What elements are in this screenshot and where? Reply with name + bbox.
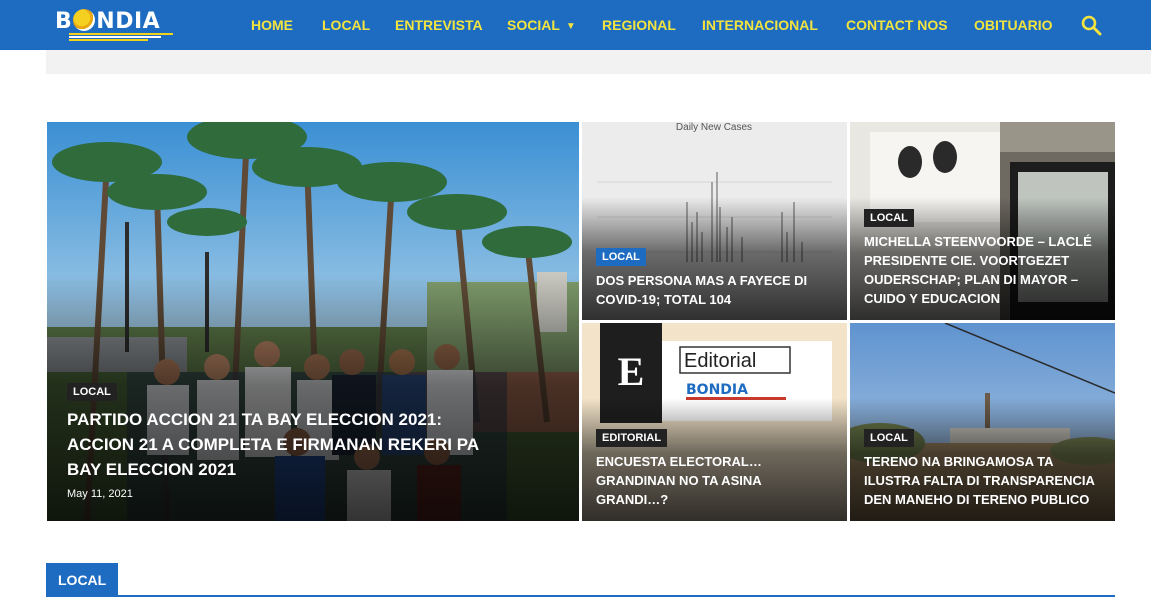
- nav-internacional[interactable]: INTERNACIONAL: [702, 0, 818, 50]
- editorial-logo-text: BONDIA: [686, 382, 748, 398]
- chevron-down-icon: ▼: [565, 21, 576, 32]
- nav-social-label: SOCIAL: [507, 17, 560, 33]
- article-title[interactable]: ENCUESTA ELECTORAL… GRANDINAN NO TA ASIN…: [596, 452, 835, 509]
- article-title[interactable]: DOS PERSONA MAS A FAYECE DI COVID-19; TO…: [596, 271, 835, 309]
- editorial-image-label: Editorial: [684, 350, 756, 372]
- featured-main-title[interactable]: PARTIDO ACCION 21 TA BAY ELECCION 2021: …: [67, 407, 499, 482]
- search-icon[interactable]: [1080, 14, 1102, 36]
- featured-main-date: May 11, 2021: [67, 488, 133, 500]
- nav-home[interactable]: HOME: [251, 0, 293, 50]
- nav-local[interactable]: LOCAL: [322, 0, 370, 50]
- header-strip: [46, 50, 1151, 74]
- nav-contact-nos[interactable]: CONTACT NOS: [846, 0, 948, 50]
- category-badge[interactable]: LOCAL: [864, 209, 914, 227]
- article-title[interactable]: TERENO NA BRINGAMOSA TA ILUSTRA FALTA DI…: [864, 452, 1103, 509]
- article-tile-tereno[interactable]: LOCAL TERENO NA BRINGAMOSA TA ILUSTRA FA…: [850, 323, 1115, 521]
- editorial-e-glyph: E: [618, 349, 645, 394]
- logo-sun-icon: [73, 9, 96, 31]
- top-navigation-bar: B NDIA HOME LOCAL ENTREVISTA SOCIAL ▼ REGI…: [0, 0, 1151, 50]
- nav-regional[interactable]: REGIONAL: [602, 0, 676, 50]
- image-overlay: [47, 273, 579, 521]
- nav-obituario[interactable]: OBITUARIO: [974, 0, 1053, 50]
- article-tile-editorial[interactable]: E Editorial BONDIA EDITORIAL ENCUESTA EL…: [582, 323, 847, 521]
- logo-stripes: [69, 33, 173, 41]
- category-badge[interactable]: LOCAL: [596, 248, 646, 266]
- logo-wordmark: B NDIA: [55, 9, 161, 34]
- article-tile-michella[interactable]: LOCAL MICHELLA STEENVOORDE – LACLÉ PRESI…: [850, 122, 1115, 320]
- article-title[interactable]: MICHELLA STEENVOORDE – LACLÉ PRESIDENTE …: [864, 232, 1103, 308]
- nav-entrevista[interactable]: ENTREVISTA: [395, 0, 483, 50]
- section-title-local[interactable]: LOCAL: [46, 563, 119, 597]
- chart-image-title: Daily New Cases: [676, 122, 752, 133]
- featured-main-article[interactable]: LOCAL PARTIDO ACCION 21 TA BAY ELECCION …: [47, 122, 579, 521]
- article-tile-covid[interactable]: Daily New Cases LOCAL DOS PERSONA MAS A …: [582, 122, 847, 320]
- section-divider: [46, 595, 1115, 597]
- nav-social[interactable]: SOCIAL ▼: [507, 0, 576, 50]
- bondia-logo[interactable]: B NDIA: [55, 9, 175, 41]
- category-badge[interactable]: LOCAL: [864, 429, 914, 447]
- category-badge[interactable]: EDITORIAL: [596, 429, 668, 447]
- category-badge[interactable]: LOCAL: [67, 383, 117, 401]
